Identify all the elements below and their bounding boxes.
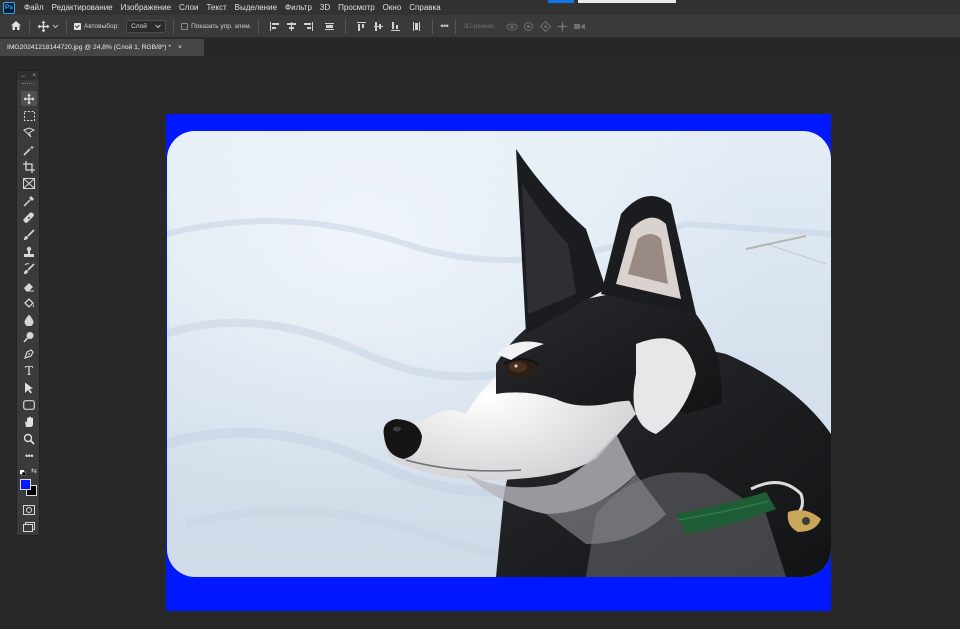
frame-tool-icon[interactable] bbox=[21, 176, 37, 191]
document-canvas[interactable] bbox=[166, 114, 831, 611]
3d-pan-icon[interactable] bbox=[539, 20, 552, 33]
top-search-widget[interactable] bbox=[578, 0, 676, 3]
chevron-down-icon bbox=[155, 24, 161, 28]
move-tool-preset-icon[interactable] bbox=[37, 20, 59, 33]
align-right-edges-icon[interactable] bbox=[302, 20, 315, 33]
3d-scale-icon[interactable] bbox=[573, 20, 586, 33]
align-horizontal-centers-icon[interactable] bbox=[285, 20, 298, 33]
magic-wand-tool-icon[interactable] bbox=[21, 142, 37, 157]
separator bbox=[258, 18, 260, 34]
separator bbox=[345, 18, 347, 34]
swap-colors-icon[interactable]: ⇆ bbox=[31, 467, 37, 475]
menu-window[interactable]: Окно bbox=[379, 0, 406, 15]
screen-mode-icon[interactable] bbox=[21, 519, 37, 534]
menu-filter[interactable]: Фильтр bbox=[281, 0, 316, 15]
align-bottom-edges-icon[interactable] bbox=[389, 20, 402, 33]
blur-tool-icon[interactable] bbox=[21, 312, 37, 327]
eyedropper-tool-icon[interactable] bbox=[21, 193, 37, 208]
tools-panel-header[interactable]: ↔ × bbox=[17, 71, 39, 80]
more-options-button[interactable]: ••• bbox=[440, 21, 448, 31]
healing-brush-tool-icon[interactable] bbox=[21, 210, 37, 225]
menu-bar: Ps Файл Редактирование Изображение Слои … bbox=[0, 0, 960, 15]
distribute-horizontal-icon[interactable] bbox=[323, 20, 336, 33]
chevron-down-icon bbox=[52, 24, 59, 28]
separator bbox=[432, 18, 434, 34]
eraser-tool-icon[interactable] bbox=[21, 278, 37, 293]
zoom-tool-icon[interactable] bbox=[21, 431, 37, 446]
menu-edit[interactable]: Редактирование bbox=[48, 0, 117, 15]
show-transform-checkbox[interactable] bbox=[181, 22, 189, 30]
menu-view[interactable]: Просмотр bbox=[334, 0, 379, 15]
menu-select[interactable]: Выделение bbox=[231, 0, 281, 15]
3d-slide-icon[interactable] bbox=[556, 20, 569, 33]
auto-select-value: Слой bbox=[131, 22, 147, 30]
menu-help[interactable]: Справка bbox=[405, 0, 444, 15]
top-accent-widget bbox=[548, 0, 574, 3]
path-selection-tool-icon[interactable] bbox=[21, 380, 37, 395]
align-left-edges-icon[interactable] bbox=[268, 20, 281, 33]
separator bbox=[173, 18, 175, 34]
close-icon[interactable]: × bbox=[178, 44, 182, 51]
document-tab[interactable]: IMG20241218144720.jpg @ 24,8% (Слой 1, R… bbox=[0, 39, 204, 56]
distribute-vertical-icon[interactable] bbox=[410, 20, 423, 33]
document-tab-bar: IMG20241218144720.jpg @ 24,8% (Слой 1, R… bbox=[0, 39, 960, 56]
menu-type[interactable]: Текст bbox=[202, 0, 230, 15]
menu-3d[interactable]: 3D bbox=[316, 0, 334, 15]
move-tool-icon[interactable] bbox=[21, 91, 37, 106]
quick-mask-icon[interactable] bbox=[21, 502, 37, 517]
history-brush-tool-icon[interactable] bbox=[21, 261, 37, 276]
separator bbox=[29, 18, 30, 34]
options-bar: Автовыбор: Слой Показать упр. элем. ••• … bbox=[0, 15, 960, 38]
edit-toolbar-button[interactable]: ••• bbox=[21, 448, 37, 463]
hand-tool-icon[interactable] bbox=[21, 414, 37, 429]
3d-roll-icon[interactable] bbox=[522, 20, 535, 33]
menu-file[interactable]: Файл bbox=[20, 0, 48, 15]
auto-select-dropdown[interactable]: Слой bbox=[126, 19, 167, 33]
document-tab-title: IMG20241218144720.jpg @ 24,8% (Слой 1, R… bbox=[7, 44, 171, 51]
foreground-color-swatch[interactable] bbox=[20, 479, 31, 490]
3d-orbit-icon[interactable] bbox=[505, 20, 518, 33]
paint-bucket-tool-icon[interactable] bbox=[21, 295, 37, 310]
marquee-tool-icon[interactable] bbox=[21, 108, 37, 123]
photoshop-logo-icon[interactable]: Ps bbox=[3, 1, 15, 14]
clone-stamp-tool-icon[interactable] bbox=[21, 244, 37, 259]
default-colors-icon[interactable] bbox=[20, 469, 27, 477]
separator bbox=[66, 18, 67, 34]
rectangle-tool-icon[interactable] bbox=[21, 397, 37, 412]
menu-layer[interactable]: Слои bbox=[175, 0, 202, 15]
collapse-icon[interactable]: ↔ bbox=[20, 73, 26, 79]
home-icon[interactable] bbox=[10, 20, 22, 33]
auto-select-label: Автовыбор: bbox=[84, 22, 120, 30]
lasso-tool-icon[interactable] bbox=[21, 125, 37, 140]
type-tool-icon[interactable]: T bbox=[21, 363, 37, 378]
align-vertical-centers-icon[interactable] bbox=[372, 20, 385, 33]
husky-dog-photo bbox=[166, 114, 831, 611]
close-icon[interactable]: × bbox=[32, 73, 36, 79]
tools-panel: ↔ × T ••• ⇆ bbox=[16, 70, 40, 536]
3d-mode-label: 3D-режим: bbox=[463, 22, 496, 30]
crop-tool-icon[interactable] bbox=[21, 159, 37, 174]
show-transform-label: Показать упр. элем. bbox=[191, 22, 252, 30]
dodge-tool-icon[interactable] bbox=[21, 329, 37, 344]
align-top-edges-icon[interactable] bbox=[355, 20, 368, 33]
auto-select-checkbox[interactable] bbox=[74, 22, 81, 30]
panel-grip[interactable] bbox=[17, 80, 39, 86]
menu-image[interactable]: Изображение bbox=[117, 0, 175, 15]
pen-tool-icon[interactable] bbox=[21, 346, 37, 361]
separator bbox=[455, 18, 457, 34]
brush-tool-icon[interactable] bbox=[21, 227, 37, 242]
